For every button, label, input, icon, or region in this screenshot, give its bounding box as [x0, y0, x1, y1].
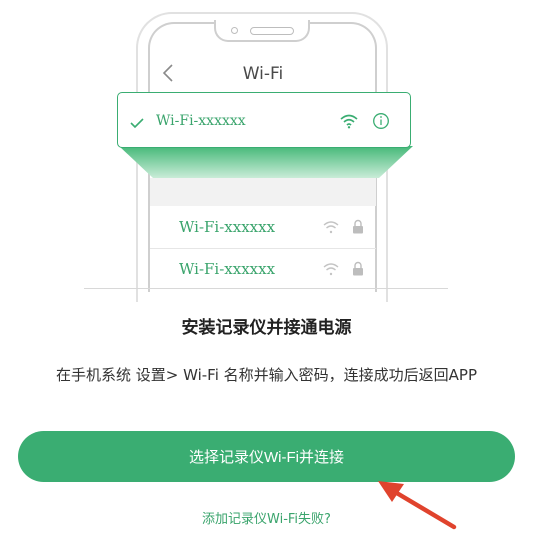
- list-section-gap: [150, 178, 376, 206]
- checkmark-icon: [130, 118, 144, 129]
- network-list-item-name: Wi-Fi-xxxxxx: [179, 260, 276, 278]
- wifi-signal-icon: [323, 221, 339, 234]
- instruction-text: 在手机系统 设置> Wi-Fi 名称并输入密码，连接成功后返回APP: [55, 366, 477, 384]
- network-list-item-name: Wi-Fi-xxxxxx: [179, 218, 276, 236]
- wifi-signal-icon: [323, 263, 339, 276]
- info-icon: [373, 113, 389, 129]
- selected-network-name: Wi-Fi-xxxxxx: [156, 113, 246, 129]
- lock-icon: [353, 219, 363, 234]
- phone-camera-dot: [231, 27, 238, 34]
- page-heading: 安装记录仪并接通电源: [181, 318, 352, 338]
- back-chevron-icon: [162, 64, 173, 82]
- wifi-signal-icon: [340, 114, 358, 129]
- illustration-nav-title: Wi-Fi: [242, 64, 284, 84]
- annotation-arrow-icon: [378, 481, 457, 530]
- phone-speaker-slot: [250, 27, 294, 35]
- illustration-baseline: [84, 288, 448, 289]
- lock-icon: [353, 261, 363, 276]
- list-row-divider: [150, 248, 376, 249]
- highlight-tray: [119, 146, 413, 178]
